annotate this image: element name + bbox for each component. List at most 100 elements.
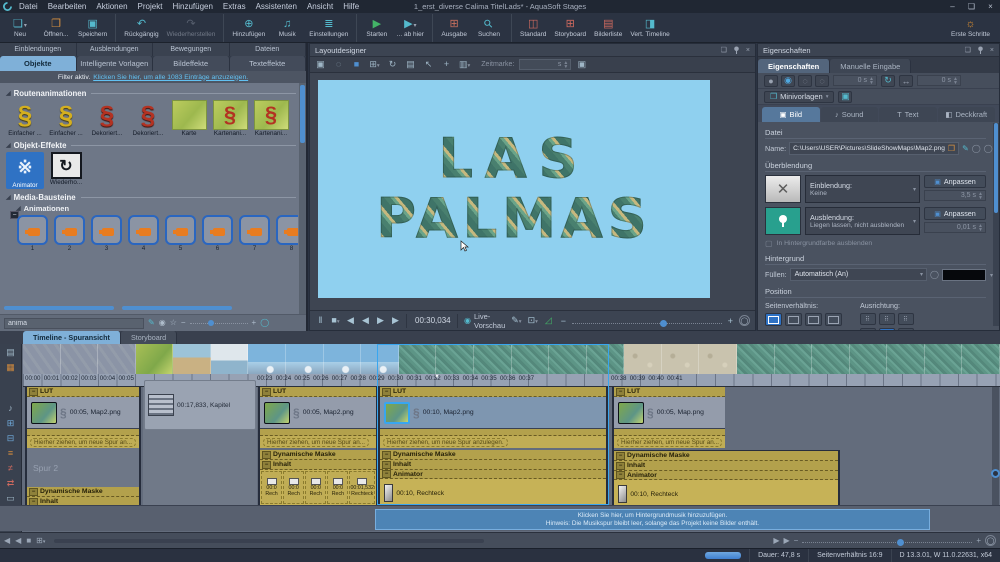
timeline-vertical-scrollbar[interactable] [992,387,999,505]
pin-icon[interactable] [977,46,984,55]
file-path-field[interactable]: C:\Users\USER\Pictures\SlideShowMaps\Map… [789,142,959,155]
toolbar-button[interactable]: ⚲ Suchen [471,14,507,42]
fit-view-icon[interactable]: ◯ [739,315,750,326]
search-input[interactable] [4,318,144,329]
designer-tool-icon[interactable]: ▤ [405,59,416,70]
menu-item[interactable]: Aktionen [91,2,132,11]
designer-tool-icon[interactable]: ↻ [387,59,398,70]
new-track-dropzone[interactable]: Hierher ziehen, um neue Spur an... [27,436,139,448]
filmstrip-thumbnail[interactable] [324,344,362,374]
zoom-in-icon[interactable]: + [252,319,257,327]
animator-header[interactable]: Animator [380,470,606,479]
range-icon[interactable]: ↔ [899,75,913,87]
toolbar-button[interactable]: ◫ Standard [511,14,550,42]
time-spinner-1[interactable]: 0 s ▲▼ [833,75,877,86]
filmstrip-thumbnail[interactable] [624,344,662,374]
designer-canvas[interactable]: LAS PALMAS [310,74,755,310]
dynamic-mask-header[interactable]: Dynamische Maske [380,450,606,460]
time-spinner-2[interactable]: 0 s ▲▼ [917,75,961,86]
menu-item[interactable]: Projekt [133,2,168,11]
view-mode-icon[interactable]: ✎ [511,315,521,326]
route-animation-item[interactable]: § Dekoriert... [88,100,126,137]
toolbar-button[interactable]: ≣ Einstellungen [305,14,352,42]
route-animation-item[interactable]: § Kartenani... [252,100,290,137]
designer-tool-icon[interactable]: ▣ [315,59,326,70]
add-music-bar[interactable]: Klicken Sie hier, um Hintergrundmusik hi… [375,509,930,530]
view-options-icon[interactable]: ◯ [260,319,269,327]
alignment-button[interactable]: ⠿ [879,328,895,330]
animation-item[interactable]: 7 [238,215,271,252]
filmstrip-thumbnail[interactable] [136,344,174,374]
timeline-fit-icon[interactable]: ◯ [985,535,996,546]
timeline-horizontal-scrollbar[interactable] [54,539,484,543]
chapter-item[interactable]: 00:17,833, Kapitel [144,380,256,430]
filmstrip-thumbnail[interactable] [61,344,99,374]
view-mode-icon[interactable]: ◿ [544,315,553,326]
route-animation-item[interactable]: § Dekoriert... [129,100,167,137]
toolbar-button[interactable]: ◨ Vert. Timeline [626,14,673,42]
close-panel-icon[interactable]: × [746,47,750,54]
zeitmarke-field[interactable]: s ▲▼ [519,59,571,70]
restore-panel-icon[interactable]: ❏ [965,46,971,54]
alignment-button[interactable]: ⠿ [860,328,876,330]
animation-item[interactable]: 1 [16,215,49,252]
fade-in-anpassen-button[interactable]: Anpassen [924,175,986,188]
rect-mask-item[interactable]: 00:0 Rech [283,471,304,504]
filmstrip-thumbnail[interactable] [699,344,737,374]
empty-track[interactable]: Spur 2 [27,448,139,487]
new-track-dropzone[interactable]: Hierher ziehen, um neue Spur anzulegen. [380,436,606,448]
browser-vertical-scrollbar[interactable] [299,83,306,314]
minivorlagen-dropdown[interactable]: ❐ Minivorlagen [764,91,834,103]
animation-item[interactable]: 4 [127,215,160,252]
filmstrip-thumbnail[interactable] [23,344,61,374]
filmstrip-thumbnail[interactable] [962,344,1000,374]
minimize-button[interactable]: – [943,0,962,13]
filmstrip-thumbnail[interactable] [286,344,324,374]
designer-tool-icon[interactable]: ◌ [333,59,344,70]
content-tab[interactable]: ♪ Sound [821,107,879,122]
save-view-icon[interactable]: ▣ [576,59,587,70]
transport-button-icon[interactable]: ▶ [391,315,400,326]
refresh-icon[interactable]: ↻ [881,75,895,87]
route-animation-item[interactable]: § Kartenani... [211,100,249,137]
fade-in-dropdown[interactable]: Einblendung: Keine [805,175,920,203]
fade-out-dropdown[interactable]: Ausblendung: Liegen lassen, nicht ausble… [805,207,920,235]
section-objekt-effekte[interactable]: ◢ Objekt-Effekte [6,141,296,150]
filmstrip-thumbnail[interactable] [173,344,211,374]
route-animation-item[interactable]: § Einfacher ... [6,100,44,137]
browser-tab[interactable]: Ausblendungen [77,43,154,56]
toolbar-button[interactable]: ▤ Bilderliste [590,14,626,42]
timeline-zoom-in-icon[interactable]: + [976,536,981,545]
filmstrip-thumbnail[interactable] [98,344,136,374]
view-grid-icon[interactable]: ⊞ [36,536,45,545]
section-media-bausteine[interactable]: ◢ Media-Bausteine [6,193,296,202]
menu-item[interactable]: Hinzufügen [167,2,217,11]
animation-item[interactable]: 8 [275,215,298,252]
browse-folder-icon[interactable]: ❐ [948,144,955,153]
rect-mask-item[interactable]: 00:01,532 Rechteck [349,471,375,504]
menu-item[interactable]: Bearbeiten [43,2,92,11]
filmstrip-thumbnail[interactable] [925,344,963,374]
lut-track-header[interactable]: LUT [614,387,725,397]
browser-tab[interactable]: Einblendungen [0,43,77,56]
edit-file-icon[interactable]: ✎ [962,144,969,153]
first-steps-button[interactable]: ☼ Erste Schritte [947,14,994,42]
rect-mask-item[interactable]: 00:0 Rech [327,471,348,504]
filmstrip-thumbnail[interactable] [211,344,249,374]
properties-vertical-scrollbar[interactable] [993,123,999,326]
aspect-ratio-button[interactable] [825,313,842,326]
subsection-animationen[interactable]: ◢ Animationen [16,204,296,213]
designer-tool-icon[interactable]: ⊞ [369,59,380,70]
transport-button-icon[interactable]: ‖ [316,315,325,326]
zoom-out-icon[interactable]: − [559,316,568,326]
browser-tab[interactable]: Texteffekte [230,56,307,71]
toolbar-button[interactable]: ❏ Neu [2,14,38,42]
transport-button-icon[interactable]: ■ [331,315,340,326]
designer-tool-icon[interactable]: ▥ [459,59,470,70]
alignment-button[interactable]: ⠿ [898,328,914,330]
view-mode-icon[interactable]: ⊡ [528,315,538,326]
dynamic-mask-header[interactable]: Dynamische Maske [260,450,376,460]
object-effect-item[interactable]: ※ Animator [6,152,44,189]
new-track-dropzone[interactable]: Hierher ziehen, um neue Spur an... [260,436,376,448]
spinner-arrows-icon[interactable]: ▲▼ [563,61,568,69]
